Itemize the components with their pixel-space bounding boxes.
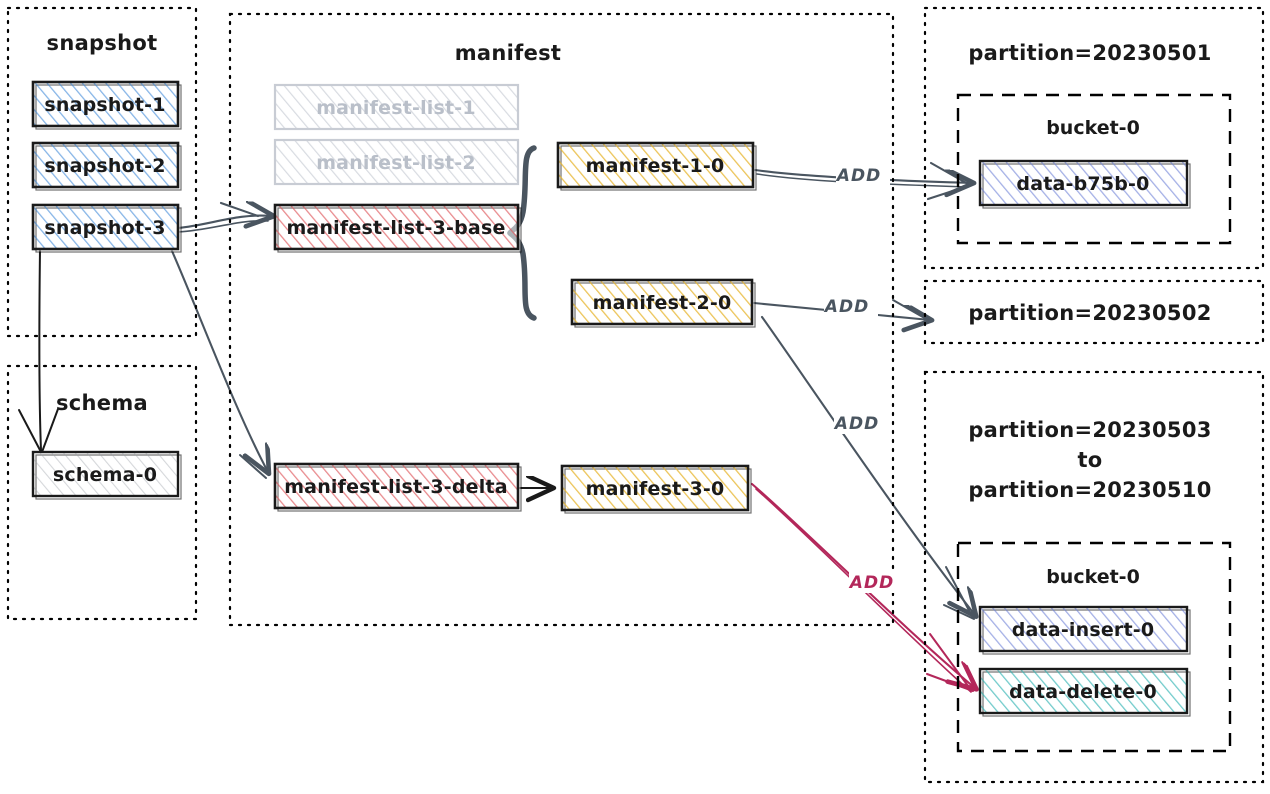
- container-title-schema: schema: [56, 391, 148, 415]
- container-title-partition-20230503-line1: partition=20230503: [968, 418, 1211, 442]
- node-schema-0[interactable]: schema-0: [31, 450, 182, 500]
- edge-label-add-4: ADD: [848, 571, 903, 593]
- node-manifest-list-3-base[interactable]: manifest-list-3-base: [273, 203, 522, 253]
- container-title-partition-20230501: partition=20230501: [968, 41, 1211, 65]
- edge-label-add-2: ADD: [823, 295, 878, 317]
- node-label-manifest-3-0: manifest-3-0: [586, 478, 725, 500]
- node-label-snapshot-1: snapshot-1: [44, 94, 165, 116]
- node-label-snapshot-2: snapshot-2: [44, 155, 165, 177]
- bucket-title-bottom: bucket-0: [1046, 566, 1140, 588]
- node-manifest-list-2[interactable]: manifest-list-2: [273, 138, 520, 186]
- edge-label-add-3-text: ADD: [833, 414, 879, 434]
- node-manifest-list-1[interactable]: manifest-list-1: [273, 83, 520, 131]
- node-label-data-b75b-0: data-b75b-0: [1016, 173, 1149, 195]
- edge-label-add-2-text: ADD: [823, 297, 869, 317]
- node-data-insert-0[interactable]: data-insert-0: [978, 605, 1191, 655]
- node-label-schema-0: schema-0: [53, 464, 157, 486]
- container-title-manifest: manifest: [455, 41, 562, 65]
- node-snapshot-2[interactable]: snapshot-2: [31, 141, 182, 191]
- edge-label-add-1-text: ADD: [835, 166, 881, 186]
- bucket-title-top: bucket-0: [1046, 117, 1140, 139]
- node-data-delete-0[interactable]: data-delete-0: [978, 667, 1191, 717]
- node-label-manifest-list-3-base: manifest-list-3-base: [286, 217, 505, 239]
- node-data-b75b-0[interactable]: data-b75b-0: [978, 159, 1191, 209]
- node-label-snapshot-3: snapshot-3: [44, 217, 165, 239]
- node-label-manifest-2-0: manifest-2-0: [593, 292, 732, 314]
- edge-label-add-1: ADD: [835, 164, 890, 186]
- node-manifest-3-0[interactable]: manifest-3-0: [560, 464, 752, 514]
- node-label-manifest-1-0: manifest-1-0: [586, 155, 725, 177]
- edge-label-add-4-text: ADD: [848, 573, 894, 593]
- container-title-partition-20230503-line2: to: [1077, 448, 1102, 472]
- container-title-snapshot: snapshot: [47, 31, 158, 55]
- container-title-partition-20230503-line3: partition=20230510: [968, 478, 1211, 502]
- container-partition-20230502: partition=20230502: [923, 279, 1265, 345]
- node-manifest-1-0[interactable]: manifest-1-0: [556, 141, 757, 191]
- diagram-canvas: snapshot schema manifest partition=20230…: [0, 0, 1270, 794]
- node-snapshot-1[interactable]: snapshot-1: [31, 80, 182, 130]
- node-manifest-2-0[interactable]: manifest-2-0: [570, 278, 756, 328]
- edge-label-add-3: ADD: [833, 412, 888, 434]
- node-label-data-insert-0: data-insert-0: [1012, 619, 1155, 641]
- nodes-layer: snapshot schema manifest partition=20230…: [6, 6, 1265, 784]
- node-label-data-delete-0: data-delete-0: [1009, 681, 1157, 703]
- node-snapshot-3[interactable]: snapshot-3: [31, 203, 182, 253]
- node-manifest-list-3-delta[interactable]: manifest-list-3-delta: [273, 462, 522, 512]
- node-label-manifest-list-1: manifest-list-1: [316, 97, 476, 119]
- container-title-partition-20230502: partition=20230502: [968, 301, 1211, 325]
- node-label-manifest-list-2: manifest-list-2: [316, 152, 476, 174]
- node-label-manifest-list-3-delta: manifest-list-3-delta: [284, 476, 508, 498]
